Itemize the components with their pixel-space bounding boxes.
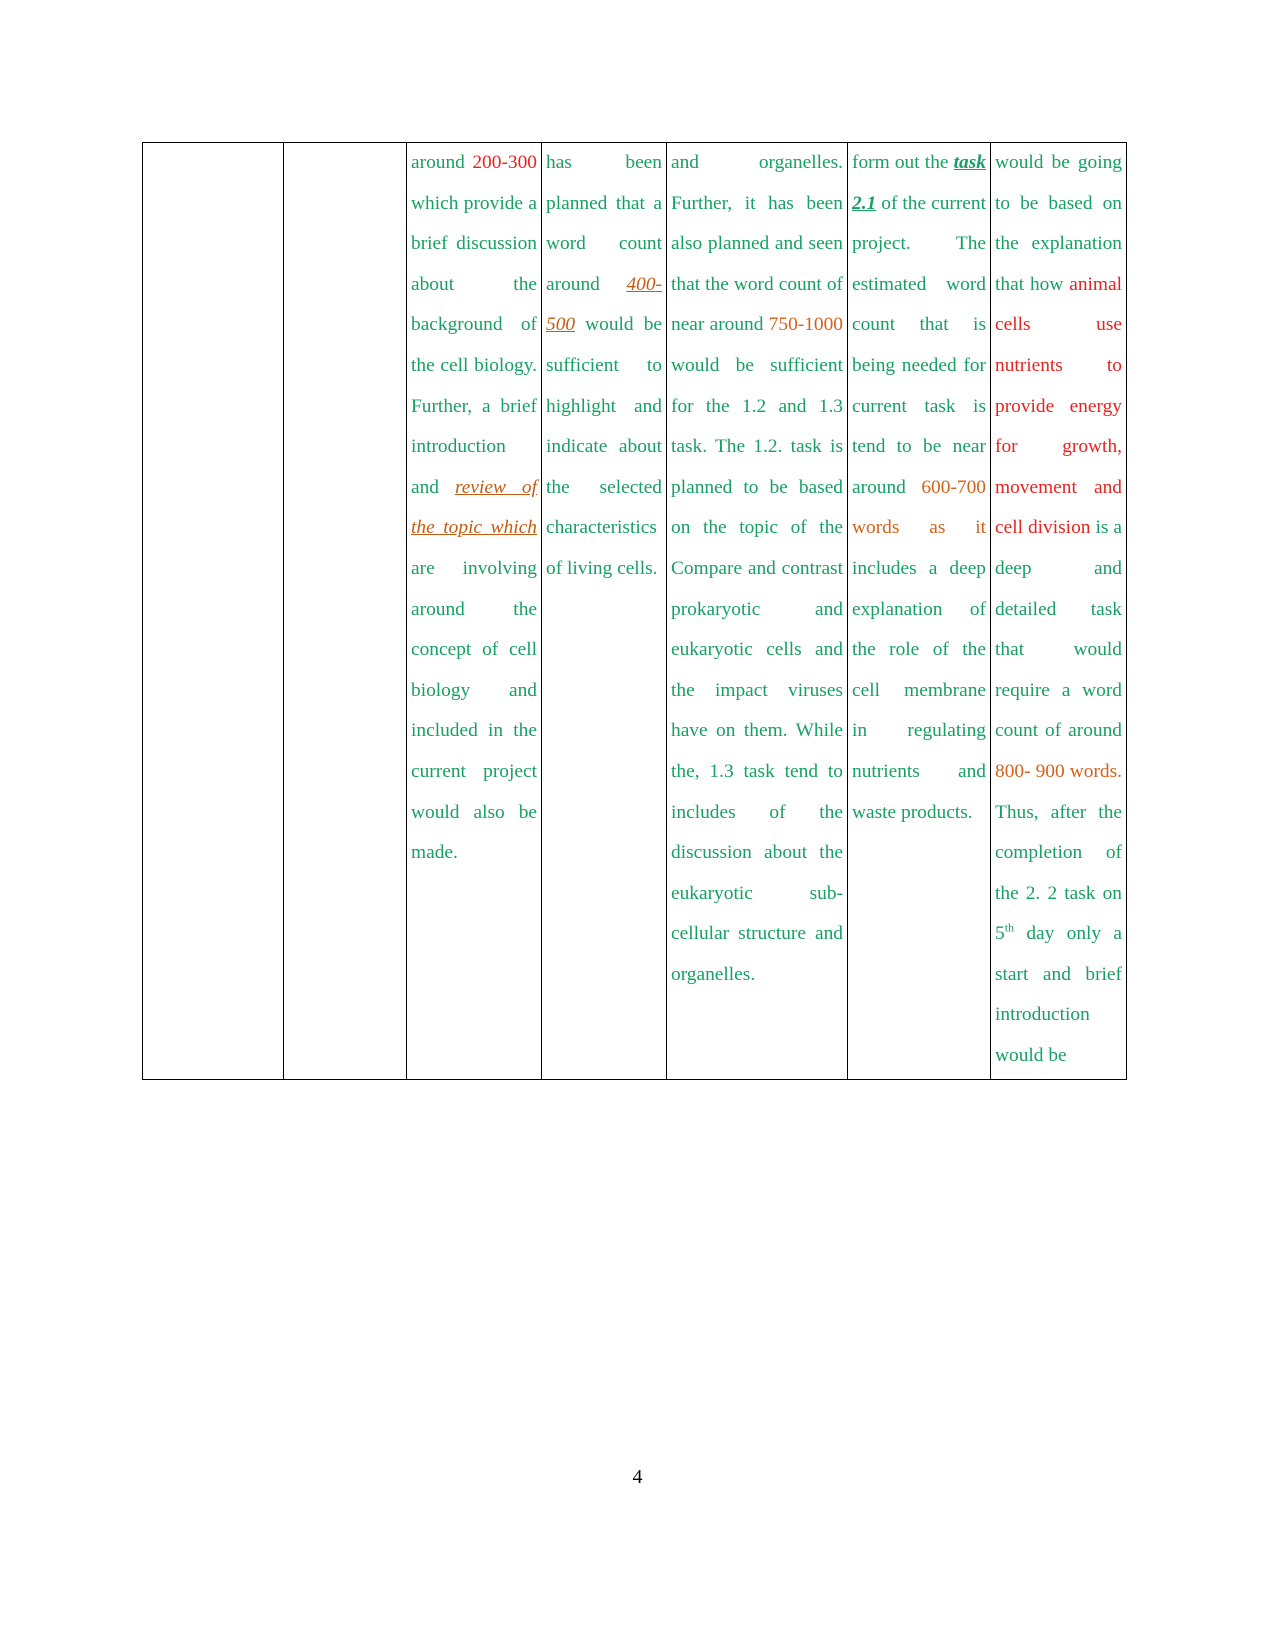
text-segment-green: around (411, 152, 473, 173)
cell-paragraph: form out the task 2.1 of the current pro… (852, 143, 986, 833)
text-segment-orange: 800- 900 words. (995, 760, 1122, 782)
text-segment-red: animal cells use nutrients to provide en… (995, 273, 1122, 539)
text-segment-green: would be sufficient for the 1.2 and 1.3 … (671, 354, 843, 985)
cell-paragraph: would be going to be based on the explan… (995, 143, 1122, 1077)
text-segment-green: of the current project. The estimated wo… (852, 192, 986, 498)
table-cell-empty-2 (283, 142, 407, 1080)
text-segment-red: 200-300 (472, 152, 537, 173)
page-number: 4 (632, 1466, 643, 1488)
cell-paragraph: and organelles. Further, it has been als… (671, 143, 843, 995)
text-segment-green: day only a start and brief introduction … (995, 923, 1122, 1067)
table-cell-empty-1 (142, 142, 284, 1080)
text-segment-green: would be sufficient to highlight and ind… (546, 314, 662, 579)
text-segment-green: form out the (852, 152, 954, 173)
table-cell-task-two-one: form out the task 2.1 of the current pro… (847, 142, 991, 1080)
table-cell-organelles-tasks: and organelles. Further, it has been als… (666, 142, 848, 1080)
content-table: around 200-300 which provide a brief dis… (142, 142, 1127, 1080)
text-segment-green: are involving around the concept of cell… (411, 557, 537, 864)
cell-paragraph: has been planned that a word count aroun… (546, 143, 662, 590)
text-segment-orange: 750-1000 (768, 314, 843, 336)
text-segment-green: includes a deep explanation of the role … (852, 557, 986, 823)
cell-paragraph: around 200-300 which provide a brief dis… (411, 143, 537, 874)
table-row: around 200-300 which provide a brief dis… (142, 142, 1127, 1080)
table-cell-wordcount-planned: has been planned that a word count aroun… (541, 142, 667, 1080)
text-segment-green: is a deep and detailed task that would r… (995, 517, 1122, 742)
document-page: around 200-300 which provide a brief dis… (0, 0, 1275, 1650)
text-segment-green: and organelles. Further, it has been als… (671, 152, 843, 336)
table-body: around 200-300 which provide a brief dis… (142, 142, 1127, 1080)
table-cell-animal-cells: would be going to be based on the explan… (990, 142, 1127, 1080)
table-cell-background-discussion: around 200-300 which provide a brief dis… (406, 142, 542, 1080)
text-segment-superscript: th (1004, 920, 1015, 935)
text-segment-green: which provide a brief discussion about t… (411, 192, 537, 498)
